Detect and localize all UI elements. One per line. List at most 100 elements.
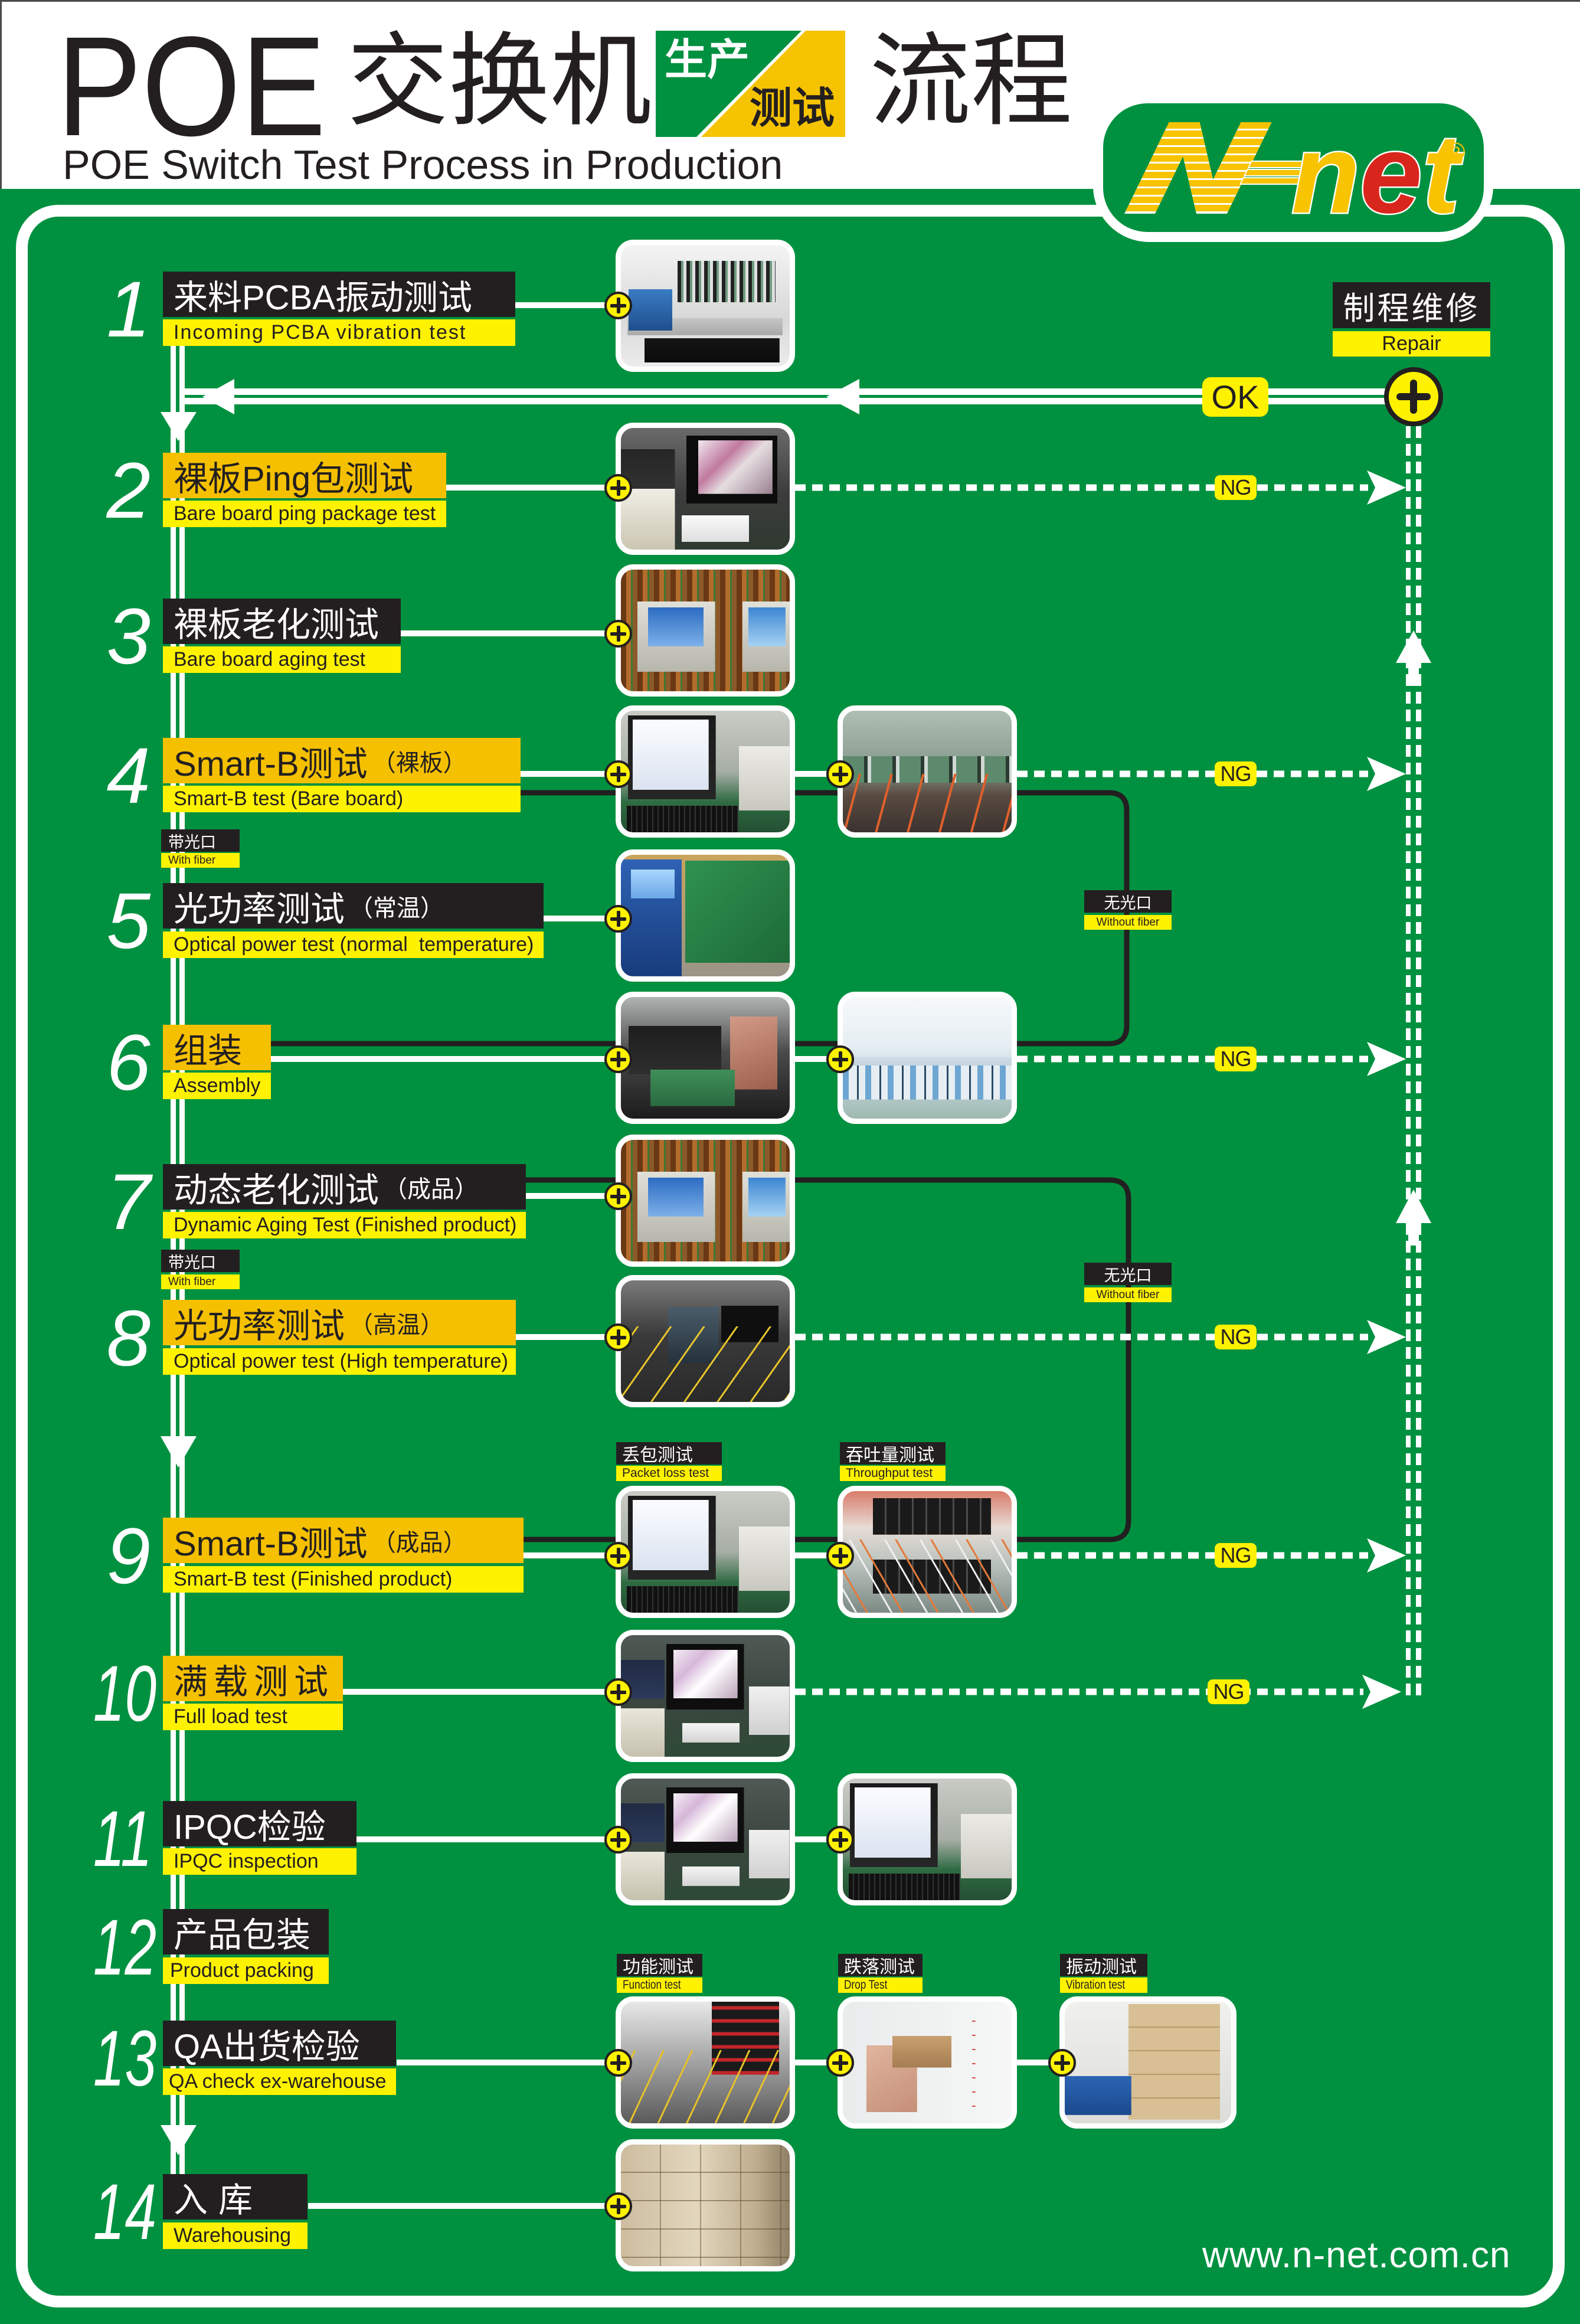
connector-line — [446, 485, 616, 491]
plus-circle-icon — [826, 2049, 854, 2077]
page-subtitle: POE Switch Test Process in Production — [63, 142, 783, 188]
step-2-title-cn: 裸板Ping包测试 — [163, 453, 446, 498]
plus-circle-icon — [604, 1826, 632, 1854]
without-fiber-bypass-line — [523, 1177, 1131, 1542]
ng-badge: NG — [1208, 1679, 1249, 1704]
step-number: 3 — [106, 593, 151, 681]
sub-test-label: Drop Test — [844, 1978, 888, 1992]
step-title-en: Smart-B test (Bare board) — [174, 787, 404, 810]
plus-circle-icon — [604, 1045, 632, 1073]
plus-circle-icon — [604, 620, 632, 648]
sub-test-drop-cn: 跌落测试 — [838, 1954, 923, 1976]
step-1-photo-vibration-table — [616, 240, 795, 372]
connector-line — [515, 1334, 616, 1340]
step-13-title-en: QA check ex-warehouse — [163, 2068, 396, 2095]
step-11-title-cn: IPQC检验 — [163, 1801, 356, 1846]
step-7-photo-dynamic-aging — [616, 1135, 795, 1267]
website-url: www.n-net.com.cn — [1202, 2235, 1511, 2276]
arrow-up-stem — [1408, 663, 1419, 686]
step-title-cn: QA出货检验 — [174, 2027, 360, 2066]
step-10-photo-full-load — [616, 1630, 795, 1762]
plus-circle-icon — [826, 1826, 854, 1854]
sub-test-label: Vibration test — [1066, 1978, 1126, 1992]
connector-line — [356, 1836, 616, 1842]
step-title-note: （成品） — [384, 1176, 479, 1202]
step-4-title-cn: Smart-B测试 （裸板） — [163, 738, 521, 783]
step-title-cn: IPQC检验 — [174, 1807, 326, 1846]
step-title-en: Smart-B test (Finished product) — [174, 1568, 453, 1590]
step-title-cn: 裸板Ping包测试 — [174, 459, 414, 498]
arrow-right-icon — [1367, 1538, 1406, 1573]
step-title-en: Product packing — [170, 1959, 314, 1982]
sub-test-function-cn: 功能测试 — [617, 1954, 702, 1976]
with-fiber-badge-cn: 带光口 — [161, 829, 240, 852]
step-number: 8 — [106, 1295, 151, 1382]
step-title-cn: 入库 — [174, 2181, 264, 2220]
logo-wordmark: net — [1291, 112, 1464, 237]
step-number: 1 — [106, 266, 151, 354]
sub-test-packet-loss-cn: 丢包测试 — [616, 1442, 722, 1465]
without-fiber-badge-en: Without fiber — [1084, 1287, 1172, 1302]
step-13-title-cn: QA出货检验 — [163, 2021, 396, 2066]
header-badge-test: 测试 — [750, 85, 835, 132]
arrow-up-stem — [1408, 1223, 1419, 1246]
plus-circle-icon — [604, 474, 632, 502]
arrow-down-icon — [161, 412, 197, 441]
sub-test-packet-loss-en: Packet loss test — [616, 1466, 722, 1481]
step-8-photo-optical-power-high-temp — [616, 1275, 795, 1407]
step-number: 6 — [106, 1019, 151, 1107]
step-3-title-cn: 裸板老化测试 — [163, 599, 401, 644]
step-6-title-cn: 组装 — [163, 1025, 271, 1070]
ng-badge: NG — [1215, 1325, 1257, 1349]
plus-circle-icon — [604, 2192, 632, 2220]
arrow-left-icon — [826, 379, 859, 414]
step-6-photo-assembly-closeup — [616, 992, 795, 1124]
repair-title-cn: 制程维修 — [1333, 282, 1490, 328]
with-fiber-badge-en: With fiber — [161, 853, 240, 868]
step-title-cn: 动态老化测试 — [174, 1171, 380, 1210]
plus-circle-icon — [604, 905, 632, 933]
step-title-en: IPQC inspection — [174, 1850, 319, 1872]
arrow-right-icon — [1367, 757, 1406, 791]
without-fiber-badge-cn: 无光口 — [1084, 1263, 1172, 1285]
step-title-en: Dynamic Aging Test (Finished product) — [174, 1214, 517, 1236]
connector-line — [515, 302, 616, 308]
step-title-en: Warehousing — [174, 2224, 292, 2247]
step-13-photo-vibration-test — [1059, 1996, 1236, 2129]
step-6-photo-assembly-line — [838, 992, 1017, 1124]
page-title-cn: 交换机 — [347, 25, 652, 138]
plus-circle-icon — [604, 1323, 632, 1351]
connector-line — [270, 1056, 616, 1062]
step-title-cn: Smart-B测试 — [174, 1524, 368, 1563]
step-number: 10 — [93, 1650, 157, 1738]
plus-circle-icon — [604, 1542, 632, 1570]
plus-circle-icon — [826, 760, 854, 788]
ng-badge: NG — [1215, 1047, 1257, 1071]
arrow-left-icon — [202, 379, 234, 414]
sub-test-throughput-cn: 吞吐量测试 — [840, 1442, 946, 1465]
connector-line — [342, 1689, 616, 1695]
step-14-photo-warehouse-cartons — [616, 2139, 795, 2271]
without-fiber-badge-en: Without fiber — [1084, 915, 1172, 930]
arrow-down-icon — [161, 2125, 197, 2155]
step-12-title-en: Product packing — [163, 1957, 329, 1984]
with-fiber-badge-en: With fiber — [161, 1274, 240, 1289]
repair-plus-circle-icon — [1384, 367, 1443, 426]
connector-line — [520, 771, 616, 777]
step-number: 9 — [106, 1512, 151, 1600]
sub-test-throughput-en: Throughput test — [840, 1466, 946, 1481]
step-1-title-en: Incoming PCBA vibration test — [163, 319, 515, 346]
step-5-title-en: Optical power test (normal temperature) — [163, 931, 544, 958]
step-number: 12 — [93, 1904, 157, 1992]
step-14-title-cn: 入库 — [163, 2174, 308, 2220]
step-number: 13 — [93, 2015, 157, 2103]
step-1-title-cn: 来料PCBA振动测试 — [163, 272, 515, 317]
step-8-title-en: Optical power test (High temperature) — [163, 1348, 516, 1375]
step-number: 5 — [106, 877, 151, 965]
step-4-photo-smartb-workstation — [616, 705, 795, 838]
logo-letter-e: e — [1360, 112, 1422, 237]
connector-line — [308, 2203, 616, 2209]
step-2-title-en: Bare board ping package test — [163, 501, 446, 527]
step-title-cn: 光功率测试 — [174, 890, 345, 929]
step-7-title-en: Dynamic Aging Test (Finished product) — [163, 1212, 526, 1238]
